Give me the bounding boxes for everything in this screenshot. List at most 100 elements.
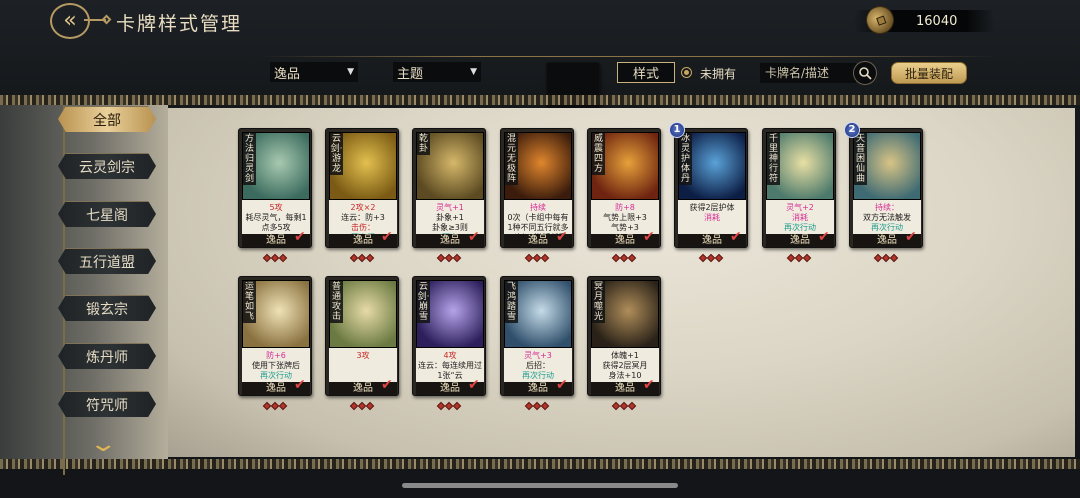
card-description-part: 灵气+1: [436, 203, 464, 212]
card-name: 冥月噬光: [592, 281, 605, 323]
card-star-rating: [779, 253, 819, 263]
owned-check-icon: ✔: [468, 229, 480, 245]
card-style-item[interactable]: 云剑·崩雪 4攻 连云：每连续用过1张“云 逸品 ✔: [412, 276, 486, 396]
coin-icon: [862, 2, 898, 38]
rarity-select-value: 逸品: [274, 66, 301, 82]
card-description-part: 消耗: [704, 213, 720, 222]
card-style-item[interactable]: 冰灵护体丹 获得2层护体 消耗 逸品 ✔ 1: [669, 122, 748, 248]
diamond-icon: [714, 253, 724, 263]
card-style-item[interactable]: 云剑·游龙2攻×2连云：防+3击伤：再次行逸品✔: [325, 128, 399, 248]
card-name: 千里神行符: [767, 133, 780, 185]
card-description-part: 防+8: [615, 203, 635, 212]
back-button[interactable]: «: [50, 3, 90, 39]
card-name: 云剑·崩雪: [417, 281, 430, 323]
tab-style[interactable]: 样式: [617, 62, 675, 83]
card-style-item[interactable]: 飞鸿踏雪 灵气+3 后招： 再次行动 逸品 ✔: [500, 276, 574, 396]
owned-check-icon: ✔: [730, 229, 742, 245]
card-description-part: 获得2层冥月: [602, 361, 648, 370]
sect-tab[interactable]: 五行道盟: [58, 248, 156, 274]
card-name: 乾卦: [417, 133, 430, 155]
ornamental-border-top: [0, 95, 1080, 105]
diamond-icon: [889, 253, 899, 263]
card-star-rating: [255, 401, 295, 411]
sect-tab[interactable]: 七星阁: [58, 201, 156, 227]
card-name: 普通攻击: [330, 281, 343, 323]
diamond-icon: [540, 401, 550, 411]
owned-check-icon: ✔: [556, 377, 568, 393]
card-star-rating: [342, 253, 382, 263]
card-style-item[interactable]: 冥月噬光 体魄+1 获得2层冥月 身法+10 逸品 ✔: [587, 276, 661, 396]
unowned-label: 未拥有: [700, 67, 737, 81]
card-description-part: 4攻: [443, 351, 457, 360]
chevron-down-icon: ▼: [347, 67, 354, 77]
sect-tab[interactable]: 锻玄宗: [58, 295, 156, 321]
card-star-rating: [604, 401, 644, 411]
diamond-icon: [365, 253, 375, 263]
card-description-part: 持续：: [875, 203, 899, 212]
card-style-item[interactable]: 混元无极阵持续0次（卡组中每有1种不同五行就多1次）：激活任意五行后再次逸品✔: [500, 128, 574, 248]
card-name: 威震四方: [592, 133, 605, 175]
card-description-part: 后招：: [526, 361, 550, 370]
card-name: 混元无极阵: [505, 133, 518, 185]
theme-select-value: 主题: [397, 66, 424, 82]
screen: { "header": { "back_icon": "back-arrow-i…: [0, 0, 1080, 498]
card-star-rating: [517, 401, 557, 411]
card-star-rating: [342, 401, 382, 411]
card-style-item[interactable]: 方法归灵剑 5攻 耗尽灵气，每剩1点多5攻 逸品 ✔: [238, 128, 312, 248]
page-title: 卡牌样式管理: [116, 13, 243, 35]
card-description-part: 持续: [530, 203, 546, 212]
card-style-item[interactable]: 乾卦灵气+1卦象+1卦象≥3则再次逸品✔: [412, 128, 486, 248]
diamond-icon: [452, 253, 462, 263]
card-name: 飞鸿踏雪: [505, 281, 518, 323]
owned-check-icon: ✔: [381, 229, 393, 245]
card-description-part: 再次行动: [260, 371, 292, 380]
diamond-icon: [627, 253, 637, 263]
back-arrow-icon: «: [63, 8, 77, 33]
theme-select[interactable]: 主题 ▼: [393, 62, 481, 82]
card-description-part: 再次行动: [871, 223, 903, 232]
filter-divider: [260, 56, 995, 57]
owned-check-icon: ✔: [294, 377, 306, 393]
card-description-part: 消耗: [792, 213, 808, 222]
unowned-radio[interactable]: [681, 67, 692, 78]
card-star-rating: [255, 253, 295, 263]
card-style-item[interactable]: 普通攻击 3攻 逸品 ✔: [325, 276, 399, 396]
card-style-item[interactable]: 威震四方 防+8 气势上限+3 气势+3 逸品 ✔: [587, 128, 661, 248]
chevron-down-icon: ▼: [470, 67, 477, 77]
card-description-part: 获得2层护体: [689, 203, 735, 212]
card-description-part: 灵气+3: [524, 351, 552, 360]
card-star-rating: [866, 253, 906, 263]
card-star-rating: [429, 401, 469, 411]
search-input[interactable]: [760, 63, 856, 83]
currency-amount: 16040: [916, 14, 958, 29]
diamond-icon: [278, 401, 288, 411]
card-style-item[interactable]: 天音困仙曲 持续： 双方无法触发 再次行动 逸品 ✔ 2: [844, 122, 923, 248]
diamond-icon: [540, 253, 550, 263]
owned-check-icon: ✔: [468, 377, 480, 393]
card-description-part: 双方无法触发: [863, 213, 911, 222]
card-style-item[interactable]: 运笔如飞 防+6 使用下张牌后 再次行动 逸品 ✔: [238, 276, 312, 396]
owned-check-icon: ✔: [643, 377, 655, 393]
search-button[interactable]: [853, 61, 877, 85]
search-icon: [859, 67, 872, 80]
card-cost-badge: 2: [844, 122, 860, 138]
card-style-item[interactable]: 千里神行符 灵气+2 消耗 再次行动 逸品 ✔: [762, 128, 836, 248]
card-description-part: 再次行动: [522, 371, 554, 380]
batch-equip-button[interactable]: 批量装配: [891, 62, 967, 84]
rarity-select[interactable]: 逸品 ▼: [270, 62, 358, 82]
diamond-icon: [627, 401, 637, 411]
sect-tab[interactable]: 全部: [58, 106, 156, 132]
card-cost-badge: 1: [669, 122, 685, 138]
sect-tab[interactable]: 炼丹师: [58, 343, 156, 369]
home-indicator[interactable]: [402, 483, 678, 488]
owned-check-icon: ✔: [381, 377, 393, 393]
card-star-rating: [691, 253, 731, 263]
owned-check-icon: ✔: [818, 229, 830, 245]
card-name: 云剑·游龙: [330, 133, 343, 175]
sect-tab[interactable]: 云灵剑宗: [58, 153, 156, 179]
card-description-part: 气势上限+3: [603, 213, 647, 222]
chevron-down-icon[interactable]: ⌄: [88, 432, 118, 457]
owned-check-icon: ✔: [294, 229, 306, 245]
sect-tab[interactable]: 符咒师: [58, 391, 156, 417]
diamond-icon: [278, 253, 288, 263]
